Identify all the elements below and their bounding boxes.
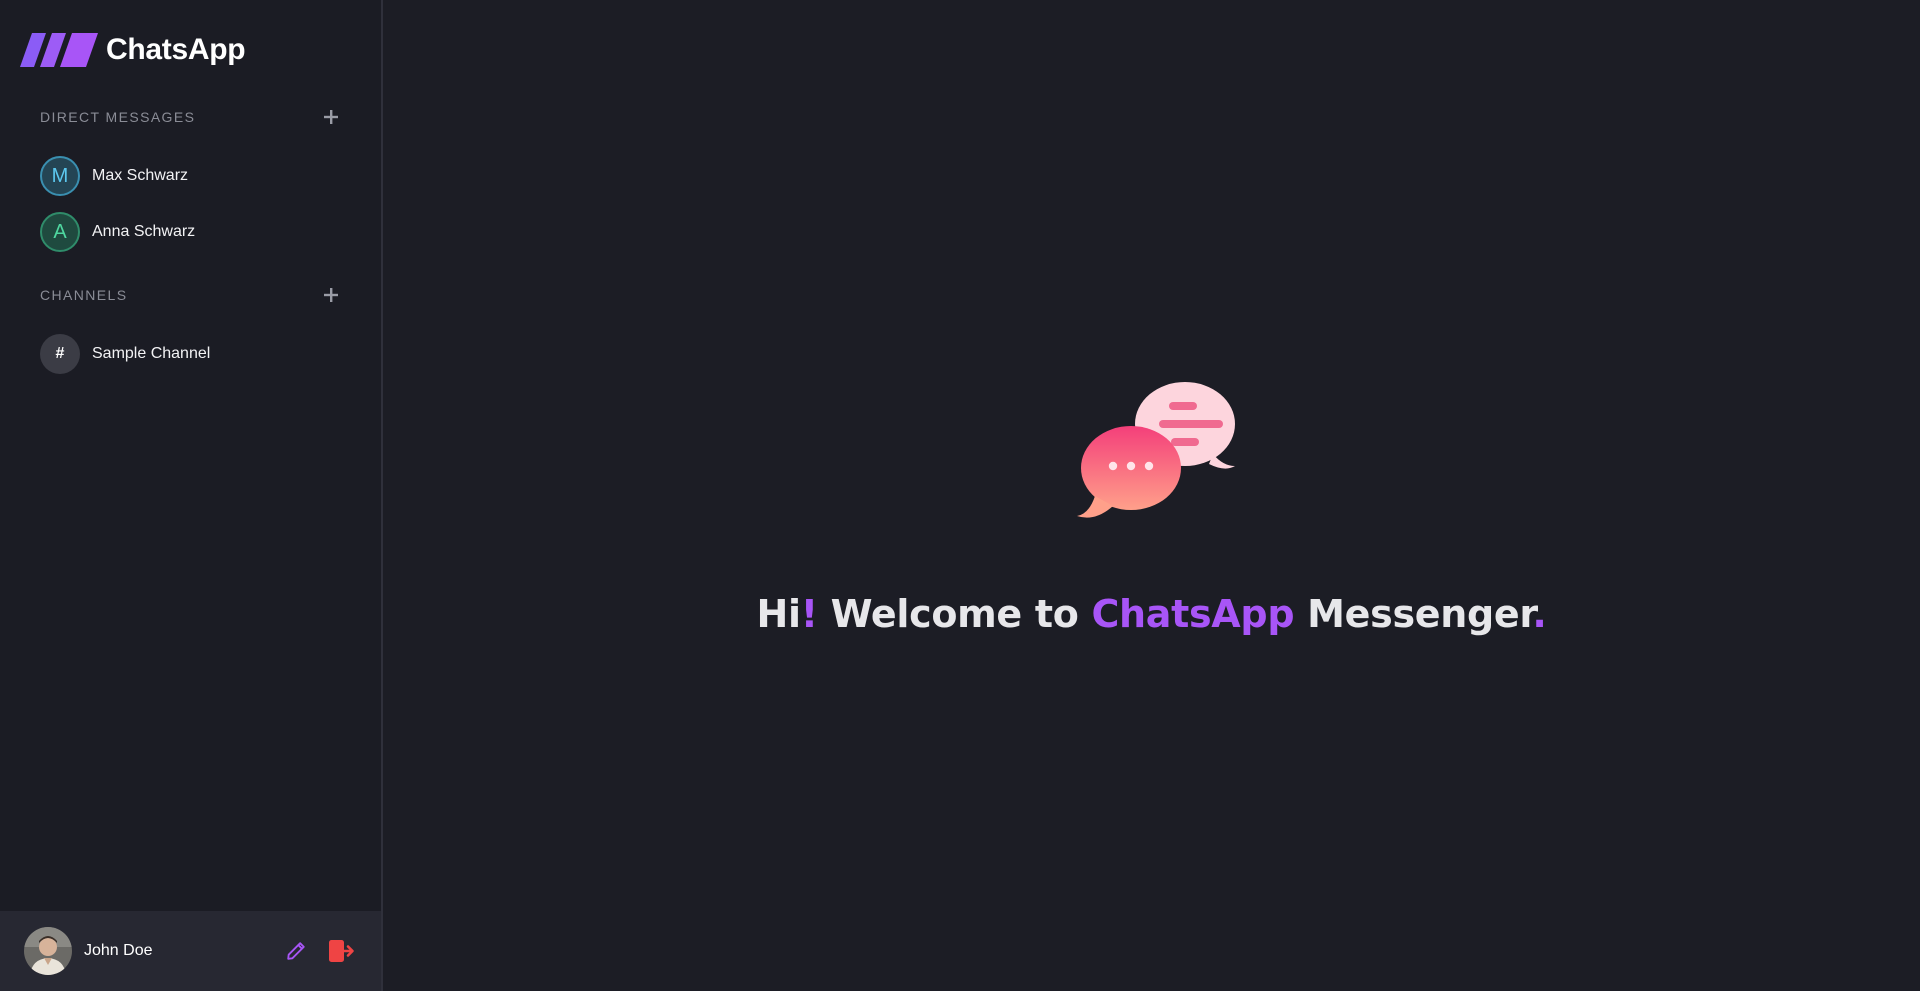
channel-name: Sample Channel [92, 345, 211, 362]
channels-list: # Sample Channel [0, 312, 381, 390]
add-channel-button[interactable] [321, 285, 341, 305]
welcome-text: Welcome to [817, 592, 1092, 636]
direct-messages-header: DIRECT MESSAGES [0, 100, 381, 134]
welcome-dot: . [1532, 592, 1547, 636]
contact-item-max-schwarz[interactable]: M Max Schwarz [0, 148, 381, 204]
avatar[interactable] [24, 927, 72, 975]
welcome-hero: Hi! Welcome to ChatsApp Messenger. [383, 380, 1920, 636]
plus-icon [324, 110, 338, 124]
welcome-messenger: Messenger [1294, 592, 1533, 636]
welcome-hi: Hi [756, 592, 801, 636]
contact-avatar: A [40, 212, 80, 252]
user-photo-icon [24, 927, 72, 975]
channel-item-sample-channel[interactable]: # Sample Channel [0, 326, 381, 382]
brand[interactable]: ChatsApp [0, 0, 381, 100]
logo-stripes-icon [20, 33, 98, 67]
add-direct-message-button[interactable] [321, 107, 341, 127]
sidebar: ChatsApp DIRECT MESSAGES M Max Schwarz A… [0, 0, 383, 991]
contact-item-anna-schwarz[interactable]: A Anna Schwarz [0, 204, 381, 260]
app-name: ChatsApp [106, 33, 246, 66]
edit-profile-button[interactable] [283, 938, 309, 964]
channels-header: CHANNELS [0, 278, 381, 312]
plus-icon [324, 288, 338, 302]
direct-messages-list: M Max Schwarz A Anna Schwarz [0, 134, 381, 268]
app-root: ChatsApp DIRECT MESSAGES M Max Schwarz A… [0, 0, 1920, 991]
logout-icon [329, 940, 354, 962]
contact-name: Anna Schwarz [92, 223, 196, 240]
pencil-icon [287, 942, 305, 960]
channel-hash-icon: # [40, 334, 80, 374]
direct-messages-title: DIRECT MESSAGES [40, 109, 196, 125]
contact-avatar: M [40, 156, 80, 196]
welcome-brand: ChatsApp [1091, 592, 1295, 636]
contact-name: Max Schwarz [92, 167, 189, 184]
chat-bubbles-icon [1076, 382, 1235, 518]
main-panel: Hi! Welcome to ChatsApp Messenger. [383, 0, 1920, 991]
welcome-bang: ! [800, 592, 818, 636]
channels-title: CHANNELS [40, 287, 128, 303]
welcome-heading: Hi! Welcome to ChatsApp Messenger. [756, 592, 1546, 636]
user-bar: John Doe [0, 911, 381, 991]
logout-button[interactable] [329, 938, 355, 964]
user-name: John Doe [84, 942, 153, 959]
